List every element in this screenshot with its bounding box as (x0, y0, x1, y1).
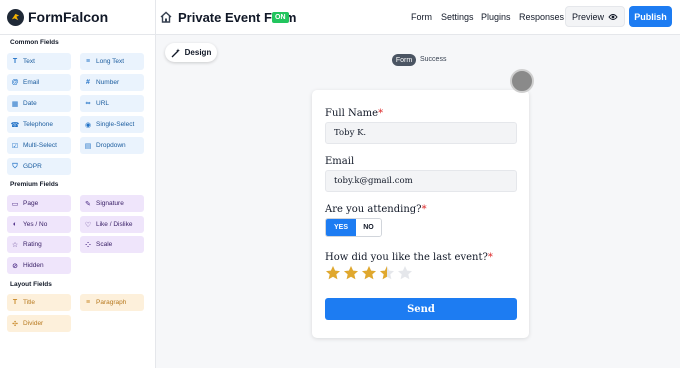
no-option[interactable]: NO (356, 219, 381, 236)
required-mark: * (421, 204, 427, 215)
publish-button[interactable]: Publish (629, 6, 672, 27)
field-gdpr[interactable]: ⛉ GDPR (7, 158, 71, 175)
full-name-field[interactable]: Toby K. (325, 122, 517, 144)
home-icon[interactable] (159, 10, 173, 24)
field-telephone[interactable]: ☎ Telephone (7, 116, 71, 133)
radio-icon: ◉ (84, 121, 92, 129)
star-icon[interactable] (397, 265, 413, 281)
thumbs-icon: ♡ (84, 221, 92, 229)
shield-icon: ⛉ (12, 162, 18, 170)
full-name-label: Full Name* (325, 108, 384, 119)
title-icon: T (12, 299, 18, 306)
section-title-layout: Layout Fields (10, 281, 52, 288)
calendar-icon: ▦ (11, 100, 19, 108)
app-name: FormFalcon (28, 9, 109, 25)
falcon-logo-icon (11, 13, 20, 21)
field-yes-no[interactable]: ◐ Yes / No (7, 216, 71, 233)
field-multi-select[interactable]: ☑ Multi-Select (7, 137, 71, 154)
number-icon: # (86, 79, 90, 86)
field-hidden[interactable]: ⊘ Hidden (7, 257, 71, 274)
section-title-premium: Premium Fields (10, 181, 59, 188)
section-title-common: Common Fields (10, 39, 59, 46)
top-bar: FormFalcon Private Event Form ON Form Se… (0, 0, 680, 35)
star-icon[interactable] (379, 265, 395, 281)
app-logo (7, 9, 24, 26)
header-divider (155, 0, 156, 35)
field-title[interactable]: T Title (7, 294, 71, 311)
yes-option[interactable]: YES (326, 219, 356, 236)
signature-icon: ✎ (85, 200, 91, 208)
star-rating (325, 265, 413, 281)
dropdown-icon: ▤ (84, 142, 92, 150)
field-paragraph[interactable]: ≡ Paragraph (80, 294, 144, 311)
scale-icon: ⁘ (85, 241, 91, 249)
email-field[interactable]: toby.k@gmail.com (325, 170, 517, 192)
required-mark: * (378, 108, 384, 119)
send-button[interactable]: Send (325, 298, 517, 320)
status-badge: ON (272, 12, 289, 23)
at-icon: @ (11, 79, 19, 86)
phone-icon: ☎ (10, 121, 20, 129)
star-icon: ☆ (11, 241, 19, 249)
page-icon: ▭ (11, 200, 19, 208)
preview-label: Preview (571, 11, 604, 22)
field-url[interactable]: ∞ URL (80, 95, 144, 112)
attending-label: Are you attending?* (325, 204, 427, 215)
field-number[interactable]: # Number (80, 74, 144, 91)
field-email[interactable]: @ Email (7, 74, 71, 91)
field-date[interactable]: ▦ Date (7, 95, 71, 112)
eye-icon (608, 13, 618, 20)
design-button[interactable]: Design (165, 43, 217, 62)
star-icon[interactable] (343, 265, 359, 281)
field-single-select[interactable]: ◉ Single-Select (80, 116, 144, 133)
field-dropdown[interactable]: ▤ Dropdown (80, 137, 144, 154)
long-text-icon: ≡ (85, 58, 91, 65)
required-mark: * (487, 252, 493, 263)
star-icon[interactable] (325, 265, 341, 281)
rating-label: How did you like the last event?* (325, 252, 493, 263)
drag-handle[interactable] (510, 69, 534, 93)
tab-success[interactable]: Success (420, 56, 446, 63)
field-long-text[interactable]: ≡ Long Text (80, 53, 144, 70)
paragraph-icon: ≡ (85, 299, 91, 306)
nav-form[interactable]: Form (411, 12, 432, 22)
checkbox-icon: ☑ (11, 142, 19, 150)
nav-responses[interactable]: Responses (519, 12, 564, 22)
preview-button[interactable]: Preview (565, 6, 625, 27)
field-like-dislike[interactable]: ♡ Like / Dislike (80, 216, 144, 233)
field-divider[interactable]: ✣ Divider (7, 315, 71, 332)
field-text[interactable]: T Text (7, 53, 71, 70)
link-icon: ∞ (85, 100, 91, 107)
tab-form[interactable]: Form (392, 54, 416, 66)
design-label: Design (184, 48, 212, 57)
attending-toggle: YES NO (325, 218, 382, 237)
star-icon[interactable] (361, 265, 377, 281)
divider-icon: ✣ (12, 320, 18, 328)
field-page[interactable]: ▭ Page (7, 195, 71, 212)
magic-wand-icon (171, 48, 180, 57)
email-label: Email (325, 156, 355, 167)
field-signature[interactable]: ✎ Signature (80, 195, 144, 212)
field-scale[interactable]: ⁘ Scale (80, 236, 144, 253)
nav-plugins[interactable]: Plugins (481, 12, 511, 22)
nav-settings[interactable]: Settings (441, 12, 474, 22)
eye-off-icon: ⊘ (12, 262, 18, 270)
toggle-icon: ◐ (12, 221, 18, 228)
text-icon: T (12, 58, 18, 65)
field-rating[interactable]: ☆ Rating (7, 236, 71, 253)
